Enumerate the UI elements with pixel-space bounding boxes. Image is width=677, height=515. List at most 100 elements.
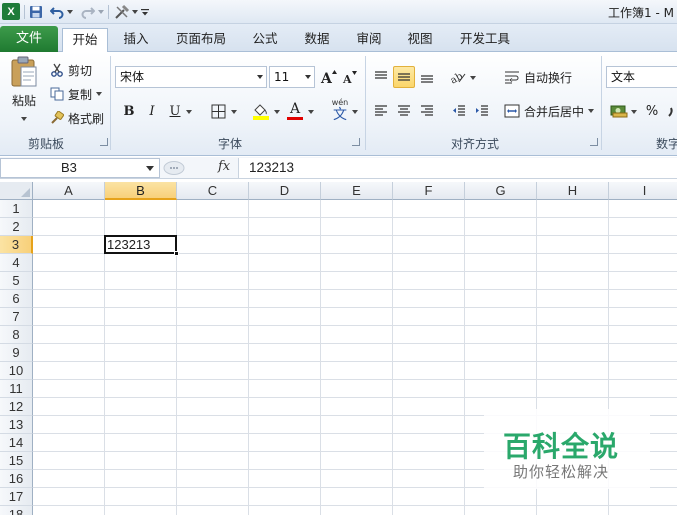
fill-color-dropdown-icon[interactable] xyxy=(274,110,280,114)
tools-icon[interactable] xyxy=(113,3,131,21)
align-top-button[interactable] xyxy=(370,66,392,88)
borders-button[interactable] xyxy=(207,100,229,122)
tab-view[interactable]: 视图 xyxy=(400,28,440,52)
tab-home[interactable]: 开始 xyxy=(62,28,108,53)
format-painter-button[interactable]: 格式刷 xyxy=(50,109,104,127)
formula-input[interactable]: 123213 xyxy=(238,158,677,178)
tab-file[interactable]: 文件 xyxy=(0,26,58,52)
cut-button[interactable]: 剪切 xyxy=(50,61,92,79)
underline-button[interactable]: U xyxy=(164,100,186,122)
italic-button[interactable]: I xyxy=(141,100,163,122)
tab-developer[interactable]: 开发工具 xyxy=(452,28,518,52)
row-header-10[interactable]: 10 xyxy=(0,362,33,380)
number-format-combo[interactable]: 文本 xyxy=(606,66,677,88)
tab-page-layout[interactable]: 页面布局 xyxy=(168,28,234,52)
customize-qat-icon[interactable] xyxy=(140,3,150,21)
phonetic-button[interactable]: wén 文 xyxy=(328,98,352,124)
redo-icon[interactable] xyxy=(80,3,96,21)
fill-handle[interactable] xyxy=(174,251,179,256)
increase-indent-button[interactable] xyxy=(471,100,493,122)
underline-dropdown-icon[interactable] xyxy=(186,110,192,114)
tab-review[interactable]: 审阅 xyxy=(349,28,389,52)
window-title: 工作簿1 - M xyxy=(608,6,674,20)
row-header-18[interactable]: 18 xyxy=(0,506,33,515)
row-header-8[interactable]: 8 xyxy=(0,326,33,344)
row-header-17[interactable]: 17 xyxy=(0,488,33,506)
name-box[interactable]: B3 xyxy=(0,158,160,178)
font-color-button[interactable]: A xyxy=(284,100,306,122)
row-header-14[interactable]: 14 xyxy=(0,434,33,452)
row-header-4[interactable]: 4 xyxy=(0,254,33,272)
excel-logo-icon[interactable]: X xyxy=(2,3,20,20)
wrap-text-button[interactable]: 自动换行 xyxy=(504,67,572,87)
align-bottom-button[interactable] xyxy=(416,66,438,88)
orientation-dropdown-icon[interactable] xyxy=(470,76,476,80)
copy-button[interactable]: 复制 xyxy=(50,85,103,103)
accounting-dropdown-icon[interactable] xyxy=(631,110,637,114)
row-header-2[interactable]: 2 xyxy=(0,218,33,236)
column-header-e[interactable]: E xyxy=(321,182,393,200)
tab-insert[interactable]: 插入 xyxy=(116,28,156,52)
borders-dropdown-icon[interactable] xyxy=(231,110,237,114)
paste-button[interactable]: 粘贴 xyxy=(6,56,42,132)
paste-dropdown-icon[interactable] xyxy=(21,117,27,121)
column-header-d[interactable]: D xyxy=(249,182,321,200)
comma-style-button[interactable] xyxy=(662,100,677,122)
insert-function-button[interactable]: fx xyxy=(218,159,230,174)
tab-data[interactable]: 数据 xyxy=(297,28,337,52)
column-header-g[interactable]: G xyxy=(465,182,537,200)
row-header-16[interactable]: 16 xyxy=(0,470,33,488)
column-header-h[interactable]: H xyxy=(537,182,609,200)
align-center-button[interactable] xyxy=(393,100,415,122)
font-size-dropdown-icon[interactable] xyxy=(305,75,311,79)
bold-button[interactable]: B xyxy=(118,100,140,122)
shrink-font-button[interactable]: A xyxy=(339,66,361,88)
row-header-15[interactable]: 15 xyxy=(0,452,33,470)
tools-dropdown-icon[interactable] xyxy=(131,3,139,21)
phonetic-dropdown-icon[interactable] xyxy=(352,110,358,114)
row-header-6[interactable]: 6 xyxy=(0,290,33,308)
align-right-button[interactable] xyxy=(416,100,438,122)
row-header-5[interactable]: 5 xyxy=(0,272,33,290)
align-middle-button[interactable] xyxy=(393,66,415,88)
orientation-button[interactable]: ab xyxy=(447,66,469,88)
align-left-button[interactable] xyxy=(370,100,392,122)
merge-center-button[interactable]: 合并后居中 xyxy=(504,101,595,121)
decrease-indent-button[interactable] xyxy=(448,100,470,122)
font-name-dropdown-icon[interactable] xyxy=(257,75,263,79)
name-box-dropdown-icon[interactable] xyxy=(146,166,154,171)
column-header-i[interactable]: I xyxy=(609,182,677,200)
alignment-launcher-icon[interactable] xyxy=(590,138,598,146)
font-launcher-icon[interactable] xyxy=(352,138,360,146)
copy-icon xyxy=(50,87,64,101)
font-color-dropdown-icon[interactable] xyxy=(308,110,314,114)
fill-color-button[interactable] xyxy=(250,100,272,122)
grow-font-button[interactable]: A xyxy=(318,66,340,88)
clipboard-launcher-icon[interactable] xyxy=(100,138,108,146)
column-header-a[interactable]: A xyxy=(33,182,105,200)
save-icon[interactable] xyxy=(28,3,44,21)
percent-button[interactable]: % xyxy=(641,100,663,122)
column-header-f[interactable]: F xyxy=(393,182,465,200)
undo-icon[interactable] xyxy=(49,3,65,21)
formula-bar-splitter-icon[interactable] xyxy=(163,160,185,176)
undo-dropdown-icon[interactable] xyxy=(66,3,74,21)
select-all-button[interactable] xyxy=(0,182,33,200)
redo-dropdown-icon[interactable] xyxy=(97,3,105,21)
merge-center-dropdown-icon[interactable] xyxy=(588,109,595,113)
row-header-11[interactable]: 11 xyxy=(0,380,33,398)
row-header-1[interactable]: 1 xyxy=(0,200,33,218)
active-cell-b3[interactable]: 123213 xyxy=(104,235,177,254)
font-size-combo[interactable]: 11 xyxy=(269,66,315,88)
row-header-3[interactable]: 3 xyxy=(0,236,33,254)
row-header-9[interactable]: 9 xyxy=(0,344,33,362)
accounting-format-button[interactable] xyxy=(608,100,630,122)
column-header-b[interactable]: B xyxy=(105,182,177,200)
font-name-combo[interactable]: 宋体 xyxy=(115,66,267,88)
tab-formulas[interactable]: 公式 xyxy=(245,28,285,52)
column-header-c[interactable]: C xyxy=(177,182,249,200)
row-header-12[interactable]: 12 xyxy=(0,398,33,416)
row-header-7[interactable]: 7 xyxy=(0,308,33,326)
row-header-13[interactable]: 13 xyxy=(0,416,33,434)
copy-dropdown-icon[interactable] xyxy=(96,92,103,96)
